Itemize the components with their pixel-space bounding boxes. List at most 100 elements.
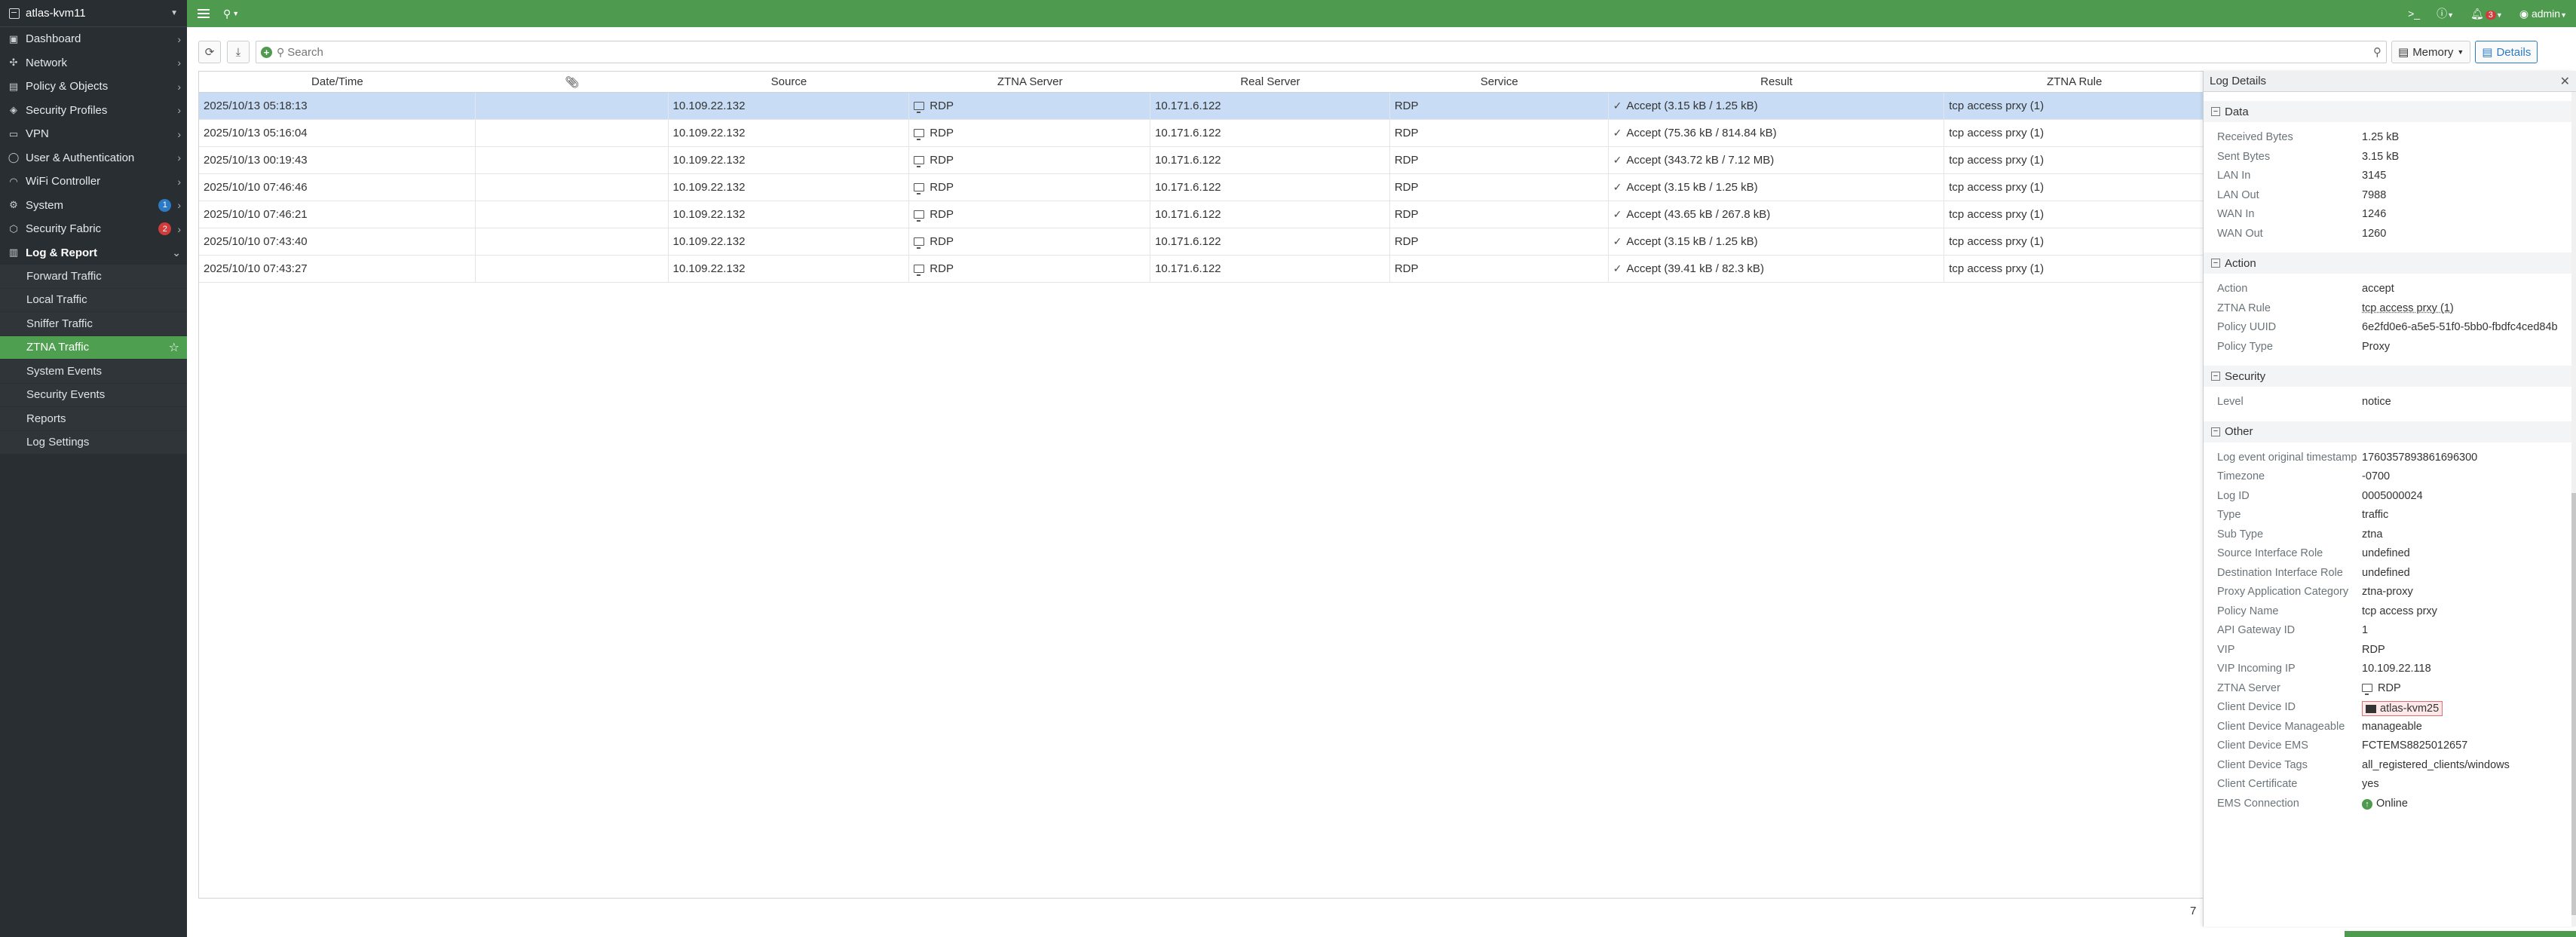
cell-datetime: 2025/10/10 07:43:40: [199, 228, 476, 256]
table-row[interactable]: 2025/10/13 05:16:04 10.109.22.132 RDP 10.17…: [199, 119, 2204, 147]
sidebar-subitem-label: Reports: [26, 412, 66, 425]
close-icon[interactable]: ✕: [2560, 74, 2570, 89]
table-row[interactable]: 2025/10/10 07:46:21 10.109.22.132 RDP 10.17…: [199, 201, 2204, 228]
sidebar-item-user-authentication[interactable]: ◯ User & Authentication ›: [0, 146, 187, 170]
field-key: Received Bytes: [2217, 131, 2293, 143]
details-field: Client Device ID atlas-kvm25: [2204, 698, 2576, 718]
sidebar-item-policy-objects[interactable]: ▤ Policy & Objects ›: [0, 75, 187, 99]
ztna-server-label: RDP: [930, 127, 954, 139]
field-value: ztna-proxy: [2362, 586, 2413, 598]
ztna-server-label: RDP: [930, 181, 954, 194]
sidebar-item-security-fabric[interactable]: ⬡ Security Fabric 2 ›: [0, 217, 187, 241]
log-search-field[interactable]: + ⚲ ⚲: [256, 41, 2387, 63]
column-header-result[interactable]: Result: [1609, 75, 1945, 88]
chevron-right-icon: ›: [177, 222, 181, 235]
sidebar-subitem-ztna-traffic[interactable]: ZTNA Traffic ☆: [0, 335, 187, 360]
cell-ztna-rule: tcp access prxy (1): [1949, 127, 2045, 139]
column-header-source[interactable]: Source: [669, 75, 910, 88]
download-button[interactable]: ⤓: [227, 41, 250, 63]
sidebar-item-log-report[interactable]: ▥ Log & Report ⌄: [0, 241, 187, 265]
sidebar-subitem-forward-traffic[interactable]: Forward Traffic: [0, 265, 187, 289]
refresh-button[interactable]: ⟳: [198, 41, 221, 63]
collapse-icon[interactable]: −: [2211, 107, 2220, 116]
sidebar-subitem-local-traffic[interactable]: Local Traffic: [0, 288, 187, 312]
device-selector[interactable]: atlas-kvm11 ▼: [0, 0, 187, 27]
details-field: WAN In 1246: [2204, 205, 2576, 225]
log-source-label: Memory: [2412, 45, 2454, 59]
monitor-icon: [914, 183, 925, 194]
notifications-button[interactable]: 🔔︎ 3 ▼: [2470, 8, 2503, 20]
search-icon: ⚲: [277, 45, 285, 58]
collapse-icon[interactable]: −: [2211, 259, 2220, 268]
star-icon[interactable]: ☆: [169, 340, 179, 355]
global-search-button[interactable]: ⚲ ▼: [223, 8, 239, 20]
client-device-tag[interactable]: atlas-kvm25: [2362, 701, 2443, 716]
ztna-server-label: RDP: [930, 262, 954, 275]
details-header: Log Details ✕: [2204, 71, 2576, 92]
field-value: 0005000024: [2362, 489, 2423, 502]
table-row[interactable]: 2025/10/10 07:43:27 10.109.22.132 RDP 10.17…: [199, 255, 2204, 283]
sidebar-subitem-sniffer-traffic[interactable]: Sniffer Traffic: [0, 312, 187, 336]
cell-datetime: 2025/10/10 07:43:27: [199, 255, 476, 283]
ztna-server-label: RDP: [930, 208, 954, 221]
column-header-attachment[interactable]: 📎︎: [476, 75, 669, 89]
field-value: tcp access prxy: [2362, 605, 2437, 617]
notification-count: 3: [2485, 10, 2496, 20]
table-row[interactable]: 2025/10/10 07:43:40 10.109.22.132 RDP 10.17…: [199, 228, 2204, 256]
cli-console-icon[interactable]: >_: [2408, 8, 2420, 20]
field-value: Proxy: [2362, 340, 2391, 353]
log-toolbar: ⟳ ⤓ + ⚲ ⚲ ▤ Memory ▼ ▤ Details: [198, 39, 2576, 65]
sidebar-item-label: VPN: [26, 127, 49, 141]
column-header-datetime[interactable]: Date/Time: [199, 75, 476, 88]
table-row[interactable]: 2025/10/13 00:19:43 10.109.22.132 RDP 10.17…: [199, 146, 2204, 174]
cell-datetime: 2025/10/10 07:46:21: [199, 201, 476, 228]
sidebar-subitem-reports[interactable]: Reports: [0, 407, 187, 431]
sidebar-item-network[interactable]: ✣ Network ›: [0, 51, 187, 75]
user-menu[interactable]: ◉ admin▼: [2519, 8, 2567, 20]
column-header-service[interactable]: Service: [1390, 75, 1609, 88]
sidebar-subitem-log-settings[interactable]: Log Settings: [0, 430, 187, 455]
hamburger-menu-icon[interactable]: [198, 9, 210, 18]
details-scrollbar-thumb[interactable]: [2571, 493, 2576, 915]
chevron-right-icon: ›: [177, 152, 181, 164]
search-input[interactable]: [287, 45, 2248, 59]
field-key: VIP Incoming IP: [2217, 663, 2296, 675]
sidebar-subitem-security-events[interactable]: Security Events: [0, 383, 187, 407]
details-field: Type traffic: [2204, 506, 2576, 525]
sidebar-item-dashboard[interactable]: ▣ Dashboard ›: [0, 27, 187, 51]
log-source-dropdown[interactable]: ▤ Memory ▼: [2391, 41, 2471, 63]
add-filter-icon[interactable]: +: [261, 46, 272, 58]
sidebar-subitem-system-events[interactable]: System Events: [0, 360, 187, 384]
table-row[interactable]: 2025/10/13 05:18:13 10.109.22.132 RDP 10.17…: [199, 92, 2204, 120]
sidebar-item-security-profiles[interactable]: ◈ Security Profiles ›: [0, 99, 187, 123]
ztna-rule-link[interactable]: tcp access prxy (1): [2362, 302, 2562, 314]
section-header[interactable]: − Other: [2204, 421, 2576, 442]
section-header[interactable]: − Action: [2204, 253, 2576, 274]
column-header-ztna-server[interactable]: ZTNA Server: [909, 75, 1150, 88]
help-button[interactable]: ⓘ▼: [2437, 6, 2454, 21]
field-key: EMS Connection: [2217, 797, 2299, 810]
cell-service: RDP: [1390, 146, 1609, 174]
sidebar-item-system[interactable]: ⚙ System 1 ›: [0, 194, 187, 218]
sidebar-item-vpn[interactable]: ▭ VPN ›: [0, 122, 187, 146]
cell-source: 10.109.22.132: [669, 228, 910, 256]
row-count: 7: [2190, 905, 2197, 917]
details-toggle-button[interactable]: ▤ Details: [2475, 41, 2538, 63]
section-title: Data: [2225, 105, 2249, 118]
search-submit-icon[interactable]: ⚲: [2373, 45, 2381, 59]
collapse-icon[interactable]: −: [2211, 427, 2220, 436]
column-header-real-server[interactable]: Real Server: [1150, 75, 1390, 88]
sidebar-item-wifi-controller[interactable]: ◠ WiFi Controller ›: [0, 170, 187, 194]
section-header[interactable]: − Security: [2204, 366, 2576, 387]
sidebar-subitem-label: Log Settings: [26, 436, 90, 449]
column-header-ztna-rule[interactable]: ZTNA Rule: [1944, 75, 2204, 88]
collapse-icon[interactable]: −: [2211, 372, 2220, 381]
cell-real-server: 10.171.6.122: [1150, 119, 1390, 147]
details-field: Policy Name tcp access prxy: [2204, 602, 2576, 622]
section-header[interactable]: − Data: [2204, 101, 2576, 122]
field-value: yes: [2362, 778, 2379, 790]
table-row[interactable]: 2025/10/10 07:46:46 10.109.22.132 RDP 10.17…: [199, 173, 2204, 201]
section-title: Security: [2225, 369, 2266, 383]
vpn-icon: ▭: [8, 127, 19, 139]
result-label: Accept (3.15 kB / 1.25 kB): [1626, 100, 1758, 112]
